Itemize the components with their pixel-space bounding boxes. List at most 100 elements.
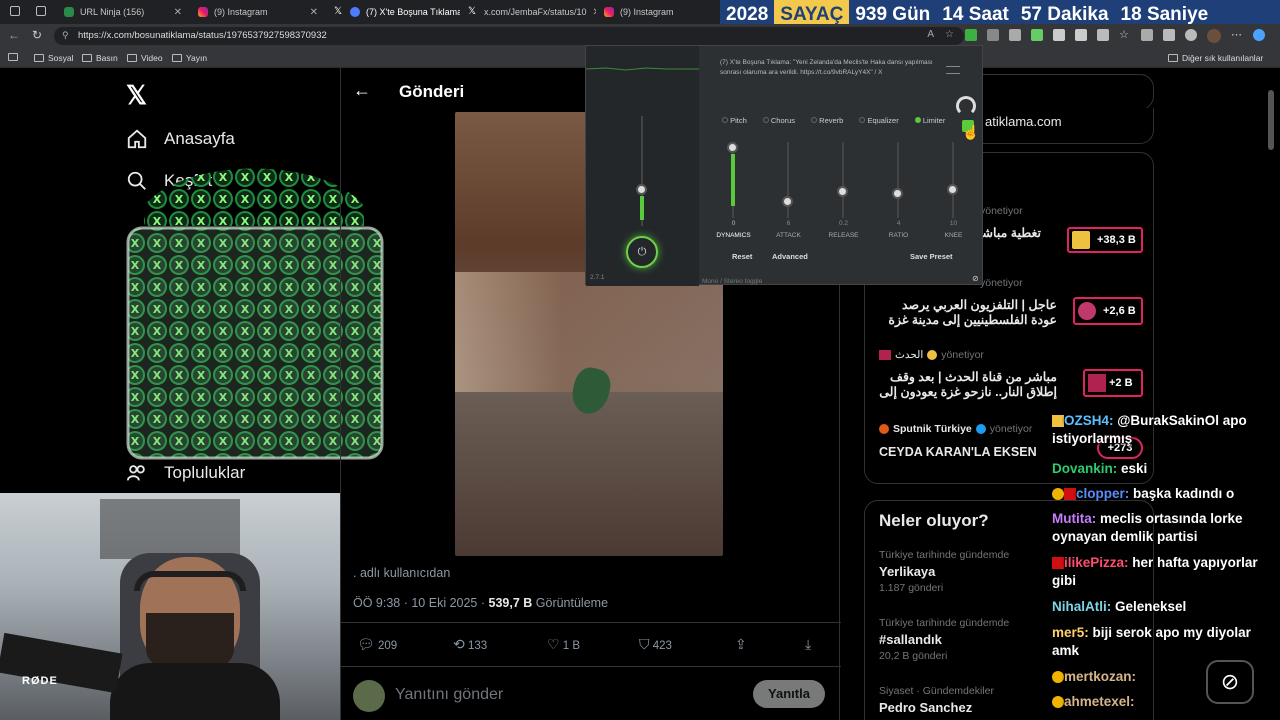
external-link-icon[interactable]: ⊘ bbox=[972, 274, 979, 283]
power-button-icon[interactable]: ⏻ bbox=[626, 236, 658, 268]
tab-pitch[interactable]: Pitch bbox=[722, 116, 747, 125]
download-icon[interactable]: ⤓ bbox=[805, 636, 811, 653]
like-button[interactable]: ♡ 1 B bbox=[547, 636, 580, 653]
reset-button[interactable]: Reset bbox=[732, 252, 752, 261]
split-screen-icon[interactable] bbox=[1097, 29, 1109, 41]
slider-knob[interactable] bbox=[782, 196, 793, 207]
url-field[interactable]: ⚲ https://x.com/bosunatiklama/status/197… bbox=[54, 27, 964, 45]
post-time[interactable]: ÖÖ 9:38 · 10 Eki 2025 · bbox=[353, 596, 489, 610]
favorites-icon[interactable]: ☆ bbox=[1119, 29, 1131, 41]
tab-instagram[interactable]: (9) Instagram ✕ bbox=[190, 2, 326, 22]
chat-text: Geleneksel bbox=[1111, 599, 1187, 614]
slider-release[interactable]: 0.2 RELEASE bbox=[816, 136, 871, 246]
live-listener-count[interactable]: +2,6 B bbox=[1073, 297, 1143, 325]
slider-knob[interactable] bbox=[837, 186, 848, 197]
bookmark-folder-video[interactable]: Video bbox=[127, 53, 163, 63]
grok-floating-icon[interactable]: ⊘ bbox=[1206, 660, 1254, 704]
workspaces-icon[interactable] bbox=[10, 6, 20, 16]
slider-knob[interactable] bbox=[727, 142, 738, 153]
live-item-title[interactable]: CEYDA KARAN'LA EKSEN bbox=[879, 445, 1037, 459]
share-icon[interactable]: ⇪ bbox=[735, 636, 747, 653]
downloads-icon[interactable] bbox=[1163, 29, 1175, 41]
bookmark-folder-sosyal[interactable]: Sosyal bbox=[34, 53, 74, 63]
live-listener-count[interactable]: +38,3 B bbox=[1067, 227, 1143, 253]
reply-button-submit[interactable]: Yanıtla bbox=[753, 680, 825, 708]
limiter-sliders: 0 DYNAMICS 6 ATTACK 0.2 RELEASE 4 RATIO … bbox=[706, 136, 976, 246]
instagram-favicon bbox=[604, 7, 614, 17]
audio-equalizer-extension-icon[interactable] bbox=[965, 29, 977, 41]
shield-icon[interactable] bbox=[1185, 29, 1197, 41]
tab-reverb[interactable]: Reverb bbox=[811, 116, 843, 125]
save-preset-button[interactable]: Save Preset bbox=[910, 252, 953, 261]
nav-communities-label: Topluluklar bbox=[164, 463, 246, 482]
page-scrollbar[interactable] bbox=[1268, 90, 1274, 150]
close-tab-icon[interactable]: ✕ bbox=[310, 7, 318, 18]
trend-item[interactable]: Siyaset · Gündemdekiler Pedro Sanchez bbox=[879, 685, 994, 715]
chat-message: ilikePizza: her hafta yapıyorlar gibi bbox=[1052, 554, 1278, 590]
copilot-icon[interactable] bbox=[1253, 29, 1265, 41]
slider-dynamics[interactable]: 0 DYNAMICS bbox=[706, 136, 761, 246]
translated-note: . adlı kullanıcıdan bbox=[353, 566, 451, 580]
chat-badge-icon bbox=[1052, 671, 1064, 684]
extension-icon[interactable] bbox=[1009, 29, 1021, 41]
tab-x-jembafx[interactable]: 𝕏 x.com/JembaFx/status/10 ✕ bbox=[460, 2, 596, 22]
more-menu-icon[interactable]: ⋯ bbox=[1231, 29, 1243, 41]
master-volume-knob[interactable] bbox=[636, 184, 647, 195]
repost-icon: ⟲ bbox=[453, 636, 465, 652]
favorite-star-icon[interactable]: ☆ bbox=[945, 29, 954, 40]
promoted-domain: atiklama.com bbox=[985, 114, 1062, 129]
trend-item[interactable]: Türkiye tarihinde gündemde Yerlikaya 1.1… bbox=[879, 549, 1009, 594]
extensions-puzzle-icon[interactable] bbox=[1075, 29, 1087, 41]
menu-icon[interactable] bbox=[946, 66, 960, 74]
bookmark-button[interactable]: ⛉ 423 bbox=[639, 636, 672, 653]
tab-chorus[interactable]: Chorus bbox=[762, 116, 795, 125]
site-info-icon[interactable]: ⚲ bbox=[62, 30, 69, 41]
back-icon[interactable]: ← bbox=[8, 28, 20, 42]
reading-list-icon[interactable] bbox=[8, 53, 18, 61]
other-bookmarks[interactable]: Diğer sık kullanılanlar bbox=[1168, 53, 1263, 63]
slider-attack[interactable]: 6 ATTACK bbox=[761, 136, 816, 246]
avatar[interactable] bbox=[353, 680, 385, 712]
tab-equalizer[interactable]: Equalizer bbox=[859, 116, 899, 125]
tab-instagram-2[interactable]: (9) Instagram bbox=[596, 2, 720, 22]
reply-button[interactable]: 💬︎ 209 bbox=[357, 636, 397, 653]
collections-icon[interactable] bbox=[1141, 29, 1153, 41]
close-tab-icon[interactable]: ✕ bbox=[174, 7, 182, 18]
live-item-title[interactable]: مباشر من قناة الحدث | بعد وقف إطلاق النا… bbox=[877, 369, 1057, 399]
reply-input[interactable]: Yanıtını gönder bbox=[395, 686, 503, 704]
live-item-title[interactable]: عاجل | التلفزيون العربي يرصد عودة الفلسط… bbox=[877, 297, 1057, 327]
audio-playing-icon[interactable] bbox=[350, 7, 360, 17]
slider-knob[interactable] bbox=[947, 184, 958, 195]
live-account-name[interactable]: Sputnik Türkiye bbox=[893, 423, 972, 435]
folder-icon bbox=[172, 54, 182, 62]
profile-avatar[interactable] bbox=[1207, 29, 1221, 43]
extension-icon[interactable] bbox=[987, 29, 999, 41]
live-account-name[interactable]: الحدث bbox=[895, 349, 923, 361]
chat-message: OZSH4: @BurakSakinOl apo istiyorlarmış bbox=[1052, 412, 1278, 448]
tab-limiter[interactable]: Limiter bbox=[914, 116, 945, 125]
mono-stereo-toggle[interactable]: Mono / Stereo toggle bbox=[702, 278, 762, 285]
tab-url-ninja[interactable]: URL Ninja (156) ✕ bbox=[56, 2, 190, 22]
repost-button[interactable]: ⟲ 133 bbox=[453, 636, 487, 653]
x-logo-icon[interactable]: 𝕏 bbox=[126, 80, 147, 111]
back-arrow-icon[interactable]: ← bbox=[353, 80, 371, 101]
trend-item[interactable]: Türkiye tarihinde gündemde #sallandık 20… bbox=[879, 617, 1009, 662]
extension-icon[interactable] bbox=[1053, 29, 1065, 41]
tab-actions-icon[interactable] bbox=[36, 6, 46, 16]
slider-ratio[interactable]: 4 RATIO bbox=[871, 136, 926, 246]
nav-home[interactable]: Anasayfa bbox=[126, 128, 235, 150]
advanced-button[interactable]: Advanced bbox=[772, 252, 808, 261]
extension-icon[interactable] bbox=[1031, 29, 1043, 41]
read-aloud-icon[interactable]: A bbox=[927, 29, 934, 40]
shirt bbox=[110, 663, 280, 720]
bookmark-folder-basin[interactable]: Basın bbox=[82, 53, 118, 63]
slider-knee[interactable]: 10 KNEE bbox=[926, 136, 981, 246]
reload-icon[interactable]: ↻ bbox=[32, 28, 42, 42]
live-listener-count[interactable]: +2 B bbox=[1083, 369, 1143, 397]
live-status: yönetiyor bbox=[980, 277, 1023, 289]
slider-knob[interactable] bbox=[892, 188, 903, 199]
bookmark-folder-yayin[interactable]: Yayın bbox=[172, 53, 207, 63]
chat-badge-icon bbox=[1052, 557, 1064, 570]
home-icon bbox=[127, 129, 147, 149]
tab-x-audio[interactable]: 𝕏 (7) X'te Boşuna Tıklama ✕ bbox=[326, 2, 460, 22]
